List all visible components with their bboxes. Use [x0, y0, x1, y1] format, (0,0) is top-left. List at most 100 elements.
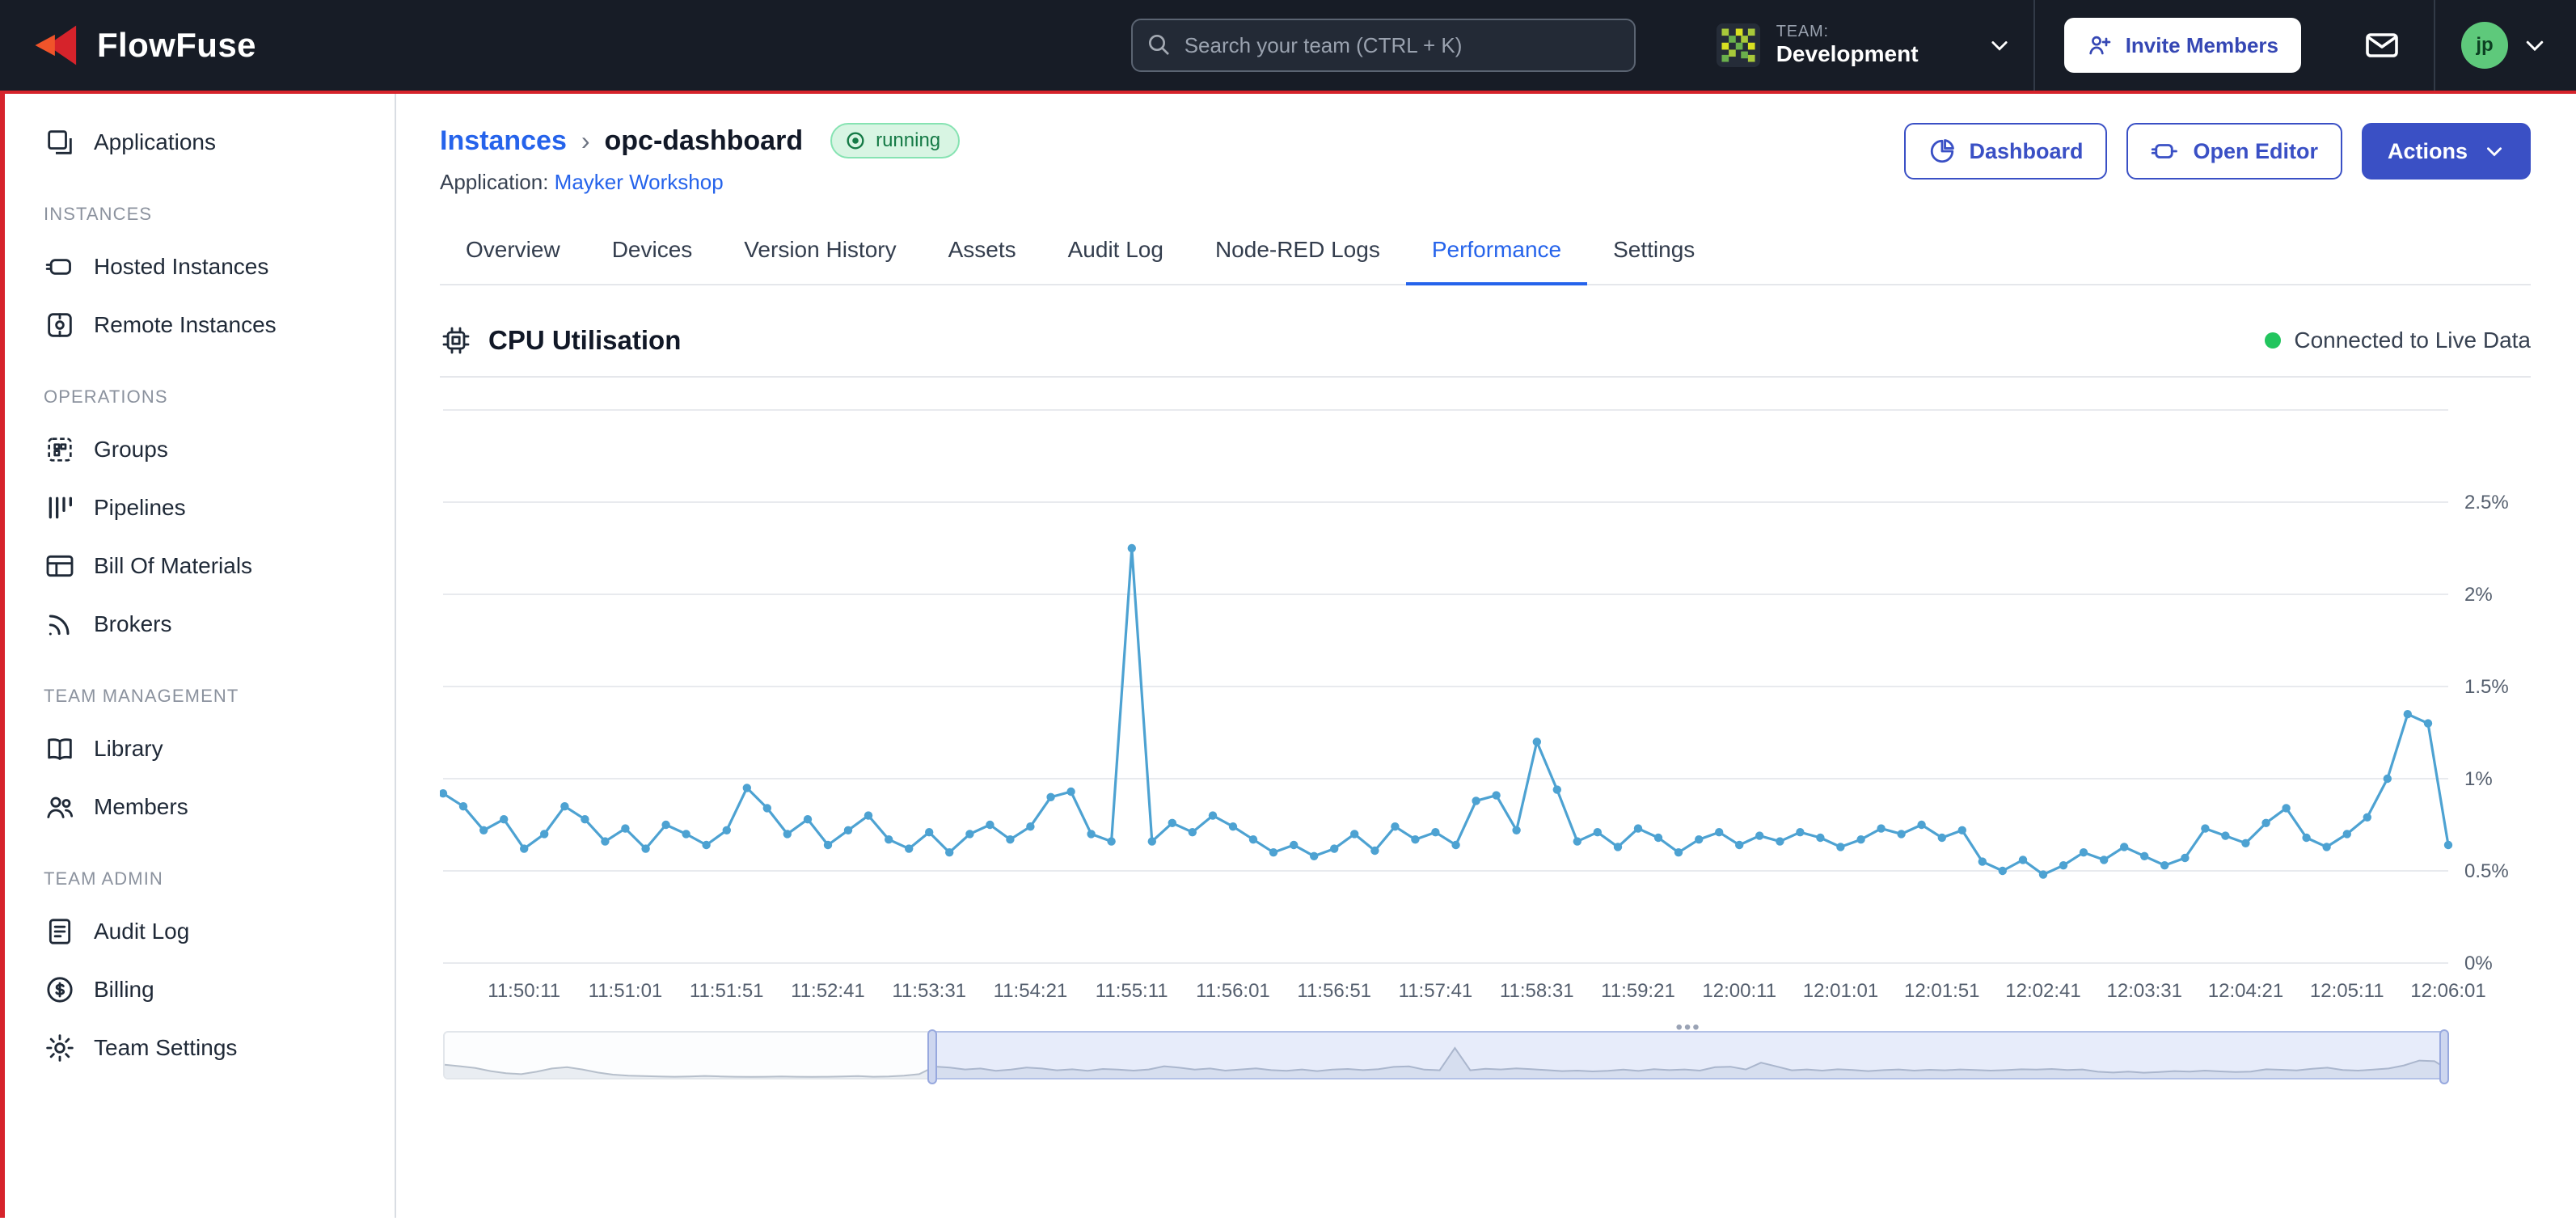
live-status: Connected to Live Data [2265, 327, 2531, 353]
svg-text:11:55:11: 11:55:11 [1096, 980, 1168, 1002]
invite-members-label: Invite Members [2126, 33, 2278, 58]
svg-text:1%: 1% [2464, 768, 2493, 790]
sidebar-item-label: Brokers [94, 611, 171, 637]
sidebar-item-applications[interactable]: Applications [5, 113, 395, 171]
chart-navigator[interactable]: ••• [443, 1031, 2448, 1079]
breadcrumb-instances-link[interactable]: Instances [440, 125, 567, 157]
svg-text:12:04:21: 12:04:21 [2208, 980, 2283, 1002]
actions-button-label: Actions [2388, 139, 2468, 164]
sidebar-item-members[interactable]: Members [5, 778, 395, 836]
sidebar-item-label: Audit Log [94, 919, 189, 944]
user-menu[interactable]: jp [2435, 0, 2576, 91]
navigator-selection[interactable]: ••• [932, 1031, 2444, 1079]
sidebar-item-label: Pipelines [94, 495, 186, 521]
tab-node-red-logs[interactable]: Node-RED Logs [1189, 221, 1406, 285]
tab-overview[interactable]: Overview [440, 221, 586, 285]
navigator-left-handle[interactable] [927, 1029, 937, 1084]
svg-text:12:05:11: 12:05:11 [2310, 980, 2384, 1002]
status-badge-label: running [876, 129, 940, 152]
chevron-down-icon [1988, 34, 2011, 57]
open-editor-button-label: Open Editor [2193, 139, 2318, 164]
application-link[interactable]: Mayker Workshop [555, 170, 724, 194]
sidebar-item-label: Team Settings [94, 1035, 237, 1061]
svg-text:12:02:41: 12:02:41 [2005, 980, 2080, 1002]
billing-icon [44, 974, 76, 1006]
sidebar-item-label: Remote Instances [94, 312, 277, 338]
brokers-icon [44, 608, 76, 640]
tab-assets[interactable]: Assets [923, 221, 1042, 285]
node-editor-icon [2151, 137, 2180, 166]
tab-bar: Overview Devices Version History Assets … [440, 221, 2531, 285]
svg-text:11:50:11: 11:50:11 [488, 980, 560, 1002]
top-navbar: FlowFuse TEAM: Develop [0, 0, 2576, 94]
sidebar-item-groups[interactable]: Groups [5, 420, 395, 479]
sidebar-section-operations: OPERATIONS [5, 354, 395, 420]
breadcrumb-separator: › [581, 126, 590, 156]
sidebar-item-label: Groups [94, 437, 168, 463]
navigator-right-handle[interactable] [2439, 1029, 2449, 1084]
cpu-utilisation-chart[interactable]: 0%0.5%1%1.5%2%2.5%11:50:1111:51:0111:51:… [440, 397, 2529, 1012]
svg-text:2.5%: 2.5% [2464, 492, 2509, 513]
main-content: Instances › opc-dashboard running Applic… [396, 94, 2576, 1218]
settings-icon [44, 1032, 76, 1064]
dashboard-button[interactable]: Dashboard [1904, 123, 2107, 180]
svg-text:2%: 2% [2464, 584, 2493, 606]
sidebar-item-library[interactable]: Library [5, 720, 395, 778]
svg-text:11:54:21: 11:54:21 [994, 980, 1068, 1002]
team-avatar [1717, 23, 1760, 67]
sidebar-item-audit-log[interactable]: Audit Log [5, 902, 395, 961]
sidebar-item-label: Bill Of Materials [94, 553, 252, 579]
sidebar-item-label: Applications [94, 129, 216, 155]
svg-text:12:03:31: 12:03:31 [2107, 980, 2182, 1002]
sidebar-item-pipelines[interactable]: Pipelines [5, 479, 395, 537]
tab-version-history[interactable]: Version History [718, 221, 922, 285]
sidebar-item-remote-instances[interactable]: Remote Instances [5, 296, 395, 354]
sidebar-item-brokers[interactable]: Brokers [5, 595, 395, 653]
sidebar-item-label: Hosted Instances [94, 254, 268, 280]
sidebar-item-team-settings[interactable]: Team Settings [5, 1019, 395, 1077]
tab-performance[interactable]: Performance [1406, 221, 1587, 285]
sidebar-section-instances: INSTANCES [5, 171, 395, 238]
sidebar-item-label: Members [94, 794, 188, 820]
sidebar-item-hosted-instances[interactable]: Hosted Instances [5, 238, 395, 296]
search-input[interactable] [1131, 19, 1636, 72]
actions-button[interactable]: Actions [2362, 123, 2531, 180]
mail-icon[interactable] [2363, 26, 2401, 65]
flowfuse-logo-icon [26, 21, 81, 70]
library-icon [44, 733, 76, 765]
live-status-label: Connected to Live Data [2294, 327, 2531, 353]
tab-settings[interactable]: Settings [1587, 221, 1721, 285]
app-logo[interactable]: FlowFuse [26, 0, 256, 91]
sidebar: Applications INSTANCES Hosted Instances … [0, 94, 396, 1218]
cpu-icon [440, 324, 472, 357]
user-plus-icon [2087, 32, 2113, 58]
remote-instances-icon [44, 309, 76, 341]
svg-text:12:06:01: 12:06:01 [2410, 980, 2485, 1002]
members-icon [44, 791, 76, 823]
sidebar-item-bill-of-materials[interactable]: Bill Of Materials [5, 537, 395, 595]
sidebar-item-label: Billing [94, 977, 154, 1003]
team-switcher[interactable]: TEAM: Development [1694, 0, 2033, 91]
dashboard-button-label: Dashboard [1969, 139, 2083, 164]
svg-text:0.5%: 0.5% [2464, 860, 2509, 882]
sidebar-section-team-admin: TEAM ADMIN [5, 836, 395, 902]
svg-text:0%: 0% [2464, 953, 2493, 974]
svg-text:11:53:31: 11:53:31 [892, 980, 966, 1002]
pipelines-icon [44, 492, 76, 524]
svg-text:12:01:01: 12:01:01 [1803, 980, 1878, 1002]
applications-icon [44, 126, 76, 158]
tab-audit-log[interactable]: Audit Log [1042, 221, 1189, 285]
groups-icon [44, 433, 76, 466]
svg-text:11:51:01: 11:51:01 [589, 980, 663, 1002]
svg-text:11:59:21: 11:59:21 [1601, 980, 1675, 1002]
sidebar-item-billing[interactable]: Billing [5, 961, 395, 1019]
hosted-instances-icon [44, 251, 76, 283]
team-label: TEAM: [1776, 23, 1919, 41]
open-editor-button[interactable]: Open Editor [2126, 123, 2342, 180]
svg-text:12:00:11: 12:00:11 [1702, 980, 1776, 1002]
pie-chart-icon [1928, 137, 1956, 165]
invite-members-button[interactable]: Invite Members [2064, 18, 2301, 73]
navigator-grip-icon[interactable]: ••• [1675, 1016, 1700, 1039]
bill-of-materials-icon [44, 550, 76, 582]
tab-devices[interactable]: Devices [586, 221, 719, 285]
